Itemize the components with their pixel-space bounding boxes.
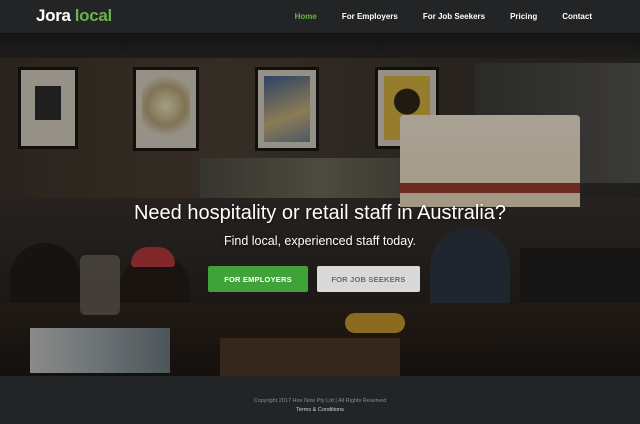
logo-text-local: local (74, 6, 113, 25)
main-nav: Home For Employers For Job Seekers Prici… (270, 0, 592, 33)
nav-pricing[interactable]: Pricing (510, 12, 537, 21)
for-employers-button[interactable]: FOR EMPLOYERS (208, 266, 308, 292)
hero-subtitle: Find local, experienced staff today. (223, 234, 416, 248)
hero-section: Need hospitality or retail staff in Aust… (0, 33, 640, 376)
hero-title: Need hospitality or retail staff in Aust… (133, 202, 507, 224)
terms-link[interactable]: Terms & Conditions (0, 407, 640, 413)
nav-home[interactable]: Home (295, 12, 317, 21)
site-header: Jora local Home For Employers For Job Se… (0, 0, 640, 33)
logo-text-jora: Jora (36, 6, 71, 25)
copyright-text: Copyright 2017 Hire Now Pty Ltd | All Ri… (253, 398, 387, 404)
for-job-seekers-button[interactable]: FOR JOB SEEKERS (317, 266, 420, 292)
nav-for-job-seekers[interactable]: For Job Seekers (423, 12, 485, 21)
jora-local-logo[interactable]: Jora local (36, 5, 112, 27)
nav-contact[interactable]: Contact (562, 12, 592, 21)
nav-for-employers[interactable]: For Employers (342, 12, 398, 21)
site-footer: Copyright 2017 Hire Now Pty Ltd | All Ri… (0, 376, 640, 424)
